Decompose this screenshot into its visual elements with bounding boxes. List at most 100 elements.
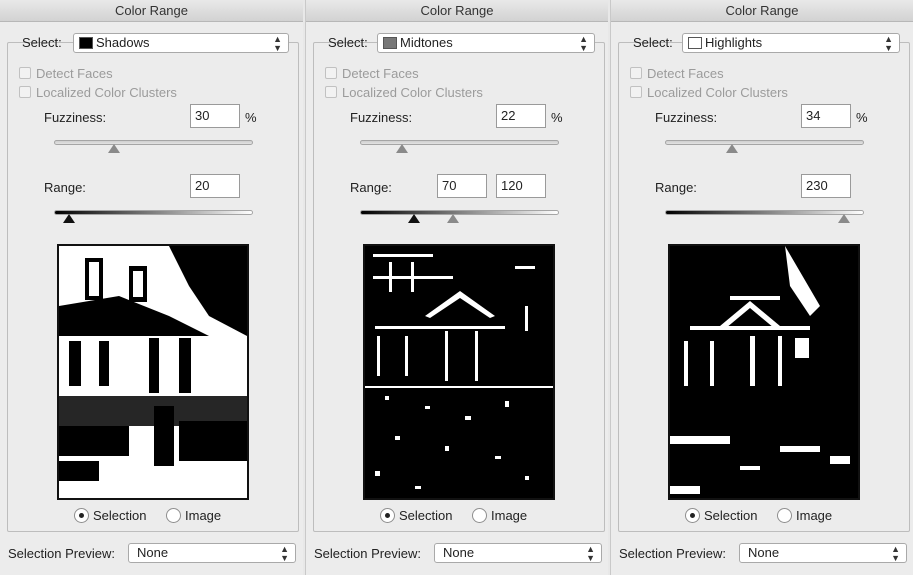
range-high-thumb[interactable] — [447, 214, 459, 223]
range-high-input[interactable]: 120 — [496, 174, 546, 198]
range-input[interactable]: 20 — [190, 174, 240, 198]
image-radio-label: Image — [185, 508, 222, 523]
selection-radio[interactable]: Selection — [685, 508, 757, 523]
color-range-dialog-midtones: Color Range Select: Midtones ▲ ▼ Detect F… — [305, 0, 608, 575]
preview-mask-midtones — [365, 246, 553, 498]
selection-preview-value: None — [137, 545, 169, 560]
image-radio-label: Image — [491, 508, 528, 523]
detect-faces-checkbox[interactable]: Detect Faces — [630, 66, 724, 81]
color-swatch — [688, 37, 702, 49]
localized-clusters-checkbox[interactable]: Localized Color Clusters — [325, 85, 483, 100]
selection-preview-value: None — [443, 545, 475, 560]
fuzziness-input[interactable]: 34 — [801, 104, 851, 128]
localized-clusters-checkbox[interactable]: Localized Color Clusters — [630, 85, 788, 100]
detect-faces-label: Detect Faces — [647, 66, 724, 81]
dialog-title: Color Range — [0, 0, 303, 22]
dialog-title: Color Range — [306, 0, 608, 22]
color-range-dialog-shadows: Color Range Select: Shadows ▲ ▼ Detect Fa… — [0, 0, 303, 575]
checkbox-icon — [630, 86, 642, 98]
fuzziness-slider[interactable] — [360, 140, 559, 145]
range-label: Range: — [350, 180, 392, 195]
range-low-input[interactable]: 70 — [437, 174, 487, 198]
selection-preview-popup[interactable]: None ▲ ▼ — [739, 543, 907, 563]
fuzziness-slider[interactable] — [665, 140, 864, 145]
updown-arrows-icon: ▲ ▼ — [280, 544, 289, 563]
select-value: Shadows — [96, 35, 150, 50]
range-slider[interactable] — [665, 210, 864, 215]
range-slider-thumb[interactable] — [838, 214, 850, 223]
color-range-dialog-highlights: Color Range Select: Highlights ▲ ▼ Detect… — [610, 0, 913, 575]
select-value: Midtones — [400, 35, 453, 50]
localized-clusters-label: Localized Color Clusters — [342, 85, 483, 100]
fuzziness-slider-thumb[interactable] — [108, 144, 120, 153]
radio-off-icon — [777, 508, 792, 523]
fuzziness-input[interactable]: 22 — [496, 104, 546, 128]
color-swatch — [79, 37, 93, 49]
radio-on-icon — [74, 508, 89, 523]
select-popup[interactable]: Shadows ▲ ▼ — [73, 33, 289, 53]
selection-preview-popup[interactable]: None ▲ ▼ — [434, 543, 602, 563]
updown-arrows-icon: ▲ ▼ — [273, 34, 282, 53]
selection-radio-label: Selection — [399, 508, 453, 523]
selection-radio-label: Selection — [704, 508, 758, 523]
image-radio[interactable]: Image — [777, 508, 832, 523]
detect-faces-checkbox[interactable]: Detect Faces — [19, 66, 113, 81]
detect-faces-checkbox[interactable]: Detect Faces — [325, 66, 419, 81]
fuzziness-label: Fuzziness: — [655, 110, 718, 125]
select-label: Select: — [633, 35, 673, 50]
checkbox-icon — [325, 67, 337, 79]
radio-off-icon — [472, 508, 487, 523]
selection-preview-value: None — [748, 545, 780, 560]
selection-preview-label: Selection Preview: — [314, 546, 421, 561]
selection-radio[interactable]: Selection — [380, 508, 452, 523]
localized-clusters-label: Localized Color Clusters — [36, 85, 177, 100]
select-label: Select: — [328, 35, 368, 50]
checkbox-icon — [19, 86, 31, 98]
fuzziness-slider-thumb[interactable] — [396, 144, 408, 153]
selection-radio[interactable]: Selection — [74, 508, 146, 523]
selection-preview-image — [668, 244, 860, 500]
preview-mask-highlights — [670, 246, 858, 498]
fuzziness-label: Fuzziness: — [44, 110, 107, 125]
image-radio[interactable]: Image — [472, 508, 527, 523]
selection-preview-image — [363, 244, 555, 500]
select-label: Select: — [22, 35, 62, 50]
range-low-thumb[interactable] — [408, 214, 420, 223]
selection-preview-label: Selection Preview: — [8, 546, 115, 561]
detect-faces-label: Detect Faces — [36, 66, 113, 81]
range-slider[interactable] — [54, 210, 253, 215]
selection-preview-popup[interactable]: None ▲ ▼ — [128, 543, 296, 563]
updown-arrows-icon: ▲ ▼ — [586, 544, 595, 563]
select-value: Highlights — [705, 35, 763, 50]
radio-on-icon — [380, 508, 395, 523]
fuzziness-unit: % — [551, 110, 563, 125]
updown-arrows-icon: ▲ ▼ — [891, 544, 900, 563]
fuzziness-slider-thumb[interactable] — [726, 144, 738, 153]
fuzziness-input[interactable]: 30 — [190, 104, 240, 128]
selection-preview-label: Selection Preview: — [619, 546, 726, 561]
fuzziness-slider[interactable] — [54, 140, 253, 145]
fuzziness-label: Fuzziness: — [350, 110, 413, 125]
localized-clusters-checkbox[interactable]: Localized Color Clusters — [19, 85, 177, 100]
localized-clusters-label: Localized Color Clusters — [647, 85, 788, 100]
checkbox-icon — [19, 67, 31, 79]
range-input[interactable]: 230 — [801, 174, 851, 198]
select-popup[interactable]: Midtones ▲ ▼ — [377, 33, 595, 53]
image-radio-label: Image — [796, 508, 833, 523]
updown-arrows-icon: ▲ ▼ — [884, 34, 893, 53]
range-label: Range: — [655, 180, 697, 195]
fuzziness-unit: % — [856, 110, 868, 125]
selection-radio-label: Selection — [93, 508, 147, 523]
fuzziness-unit: % — [245, 110, 257, 125]
radio-off-icon — [166, 508, 181, 523]
updown-arrows-icon: ▲ ▼ — [579, 34, 588, 53]
radio-on-icon — [685, 508, 700, 523]
range-slider[interactable] — [360, 210, 559, 215]
dialog-title: Color Range — [611, 0, 913, 22]
range-slider-thumb[interactable] — [63, 214, 75, 223]
color-swatch — [383, 37, 397, 49]
range-label: Range: — [44, 180, 86, 195]
image-radio[interactable]: Image — [166, 508, 221, 523]
select-popup[interactable]: Highlights ▲ ▼ — [682, 33, 900, 53]
preview-mask-shadows — [59, 246, 247, 498]
